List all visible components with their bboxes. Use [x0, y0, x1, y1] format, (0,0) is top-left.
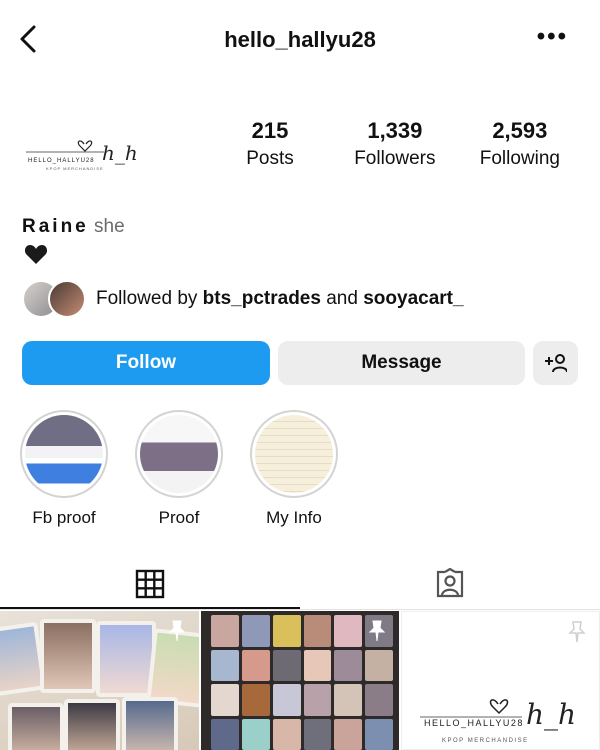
- photocard: [303, 649, 332, 681]
- photocard: [365, 649, 394, 681]
- highlight-ring: [20, 410, 108, 498]
- top-bar: hello_hallyu28 •••: [0, 0, 600, 78]
- follower-avatar: [48, 280, 86, 318]
- photocard: [241, 718, 270, 750]
- photocard: [334, 615, 363, 647]
- highlight-proof[interactable]: Proof: [133, 410, 225, 528]
- photocard: [334, 649, 363, 681]
- photocard: [241, 615, 270, 647]
- photocard: [272, 615, 301, 647]
- highlight-label: Proof: [158, 508, 200, 527]
- profile-username: hello_hallyu28: [224, 27, 376, 52]
- post-thumbnail[interactable]: [0, 611, 199, 750]
- logo-text: HELLO_HALLYU28: [424, 718, 524, 728]
- photocard: [303, 718, 332, 750]
- highlight-cover: [140, 415, 218, 493]
- tagged-person-icon: [436, 568, 464, 598]
- highlight-ring: [250, 410, 338, 498]
- profile-tabs: [0, 558, 600, 610]
- highlight-label: Fb proof: [32, 508, 96, 527]
- photocard: [334, 684, 363, 716]
- post-thumbnail[interactable]: HELLO_HALLYU28 h_h KPOP MERCHANDISE: [401, 611, 600, 750]
- brand-logo: HELLO_HALLYU28 h_h KPOP MERCHANDISE: [26, 139, 138, 171]
- display-name: Raine: [22, 216, 89, 237]
- photocard: [122, 697, 178, 750]
- photocard: [334, 718, 363, 750]
- photocard: [8, 703, 64, 750]
- photocard: [210, 718, 239, 750]
- profile-avatar[interactable]: HELLO_HALLYU28 h_h KPOP MERCHANDISE: [22, 104, 162, 189]
- suggested-users-button[interactable]: [533, 341, 578, 385]
- pin-icon: [168, 620, 185, 642]
- tab-tagged[interactable]: [300, 558, 600, 610]
- stat-following[interactable]: 2,593 Following: [480, 118, 560, 170]
- followed-by-connector: and: [326, 288, 358, 309]
- highlight-cover: [255, 415, 333, 493]
- followed-by-user2[interactable]: sooyacart_: [363, 288, 463, 309]
- post-thumbnail[interactable]: [200, 611, 400, 750]
- profile-stats: 215 Posts 1,339 Followers 2,593 Followin…: [230, 118, 560, 170]
- logo-subtext: KPOP MERCHANDISE: [46, 166, 104, 171]
- photocard: [64, 699, 120, 750]
- pronouns: she: [94, 216, 125, 237]
- posts-grid: HELLO_HALLYU28 h_h KPOP MERCHANDISE: [0, 611, 600, 750]
- stat-following-label: Following: [479, 148, 560, 169]
- follow-button[interactable]: Follow: [22, 341, 270, 385]
- followed-by-text: Followed by bts_pctrades and sooyacart_: [96, 288, 464, 310]
- photocard: [40, 619, 96, 693]
- photocard: [303, 684, 332, 716]
- message-button[interactable]: Message: [278, 341, 525, 385]
- stat-posts[interactable]: 215 Posts: [230, 118, 310, 170]
- highlight-fb-proof[interactable]: Fb proof: [18, 410, 110, 528]
- photocard: [210, 684, 239, 716]
- photocard: [210, 615, 239, 647]
- stat-followers-label: Followers: [354, 148, 436, 169]
- stat-followers[interactable]: 1,339 Followers: [354, 118, 435, 170]
- stat-posts-label: Posts: [246, 148, 294, 169]
- highlight-label: My Info: [266, 508, 322, 527]
- logo-text: HELLO_HALLYU28: [28, 158, 95, 164]
- highlight-ring: [135, 410, 223, 498]
- logo-subtext: KPOP MERCHANDISE: [442, 738, 529, 744]
- black-heart-icon: [24, 245, 48, 264]
- photocard: [241, 684, 270, 716]
- highlight-cover: [25, 415, 103, 493]
- logo-monogram: h_h: [102, 141, 138, 165]
- logo-monogram: h_h: [526, 698, 576, 731]
- followed-by-user1[interactable]: bts_pctrades: [203, 288, 321, 309]
- photocard: [272, 649, 301, 681]
- bio-name-line: Raine she: [22, 216, 125, 238]
- pin-icon: [568, 621, 586, 643]
- photocard: [365, 718, 394, 750]
- active-tab-indicator: [0, 607, 300, 609]
- tab-posts-grid[interactable]: [0, 558, 300, 610]
- highlight-my-info[interactable]: My Info: [248, 410, 340, 528]
- add-person-icon: [544, 354, 567, 373]
- followed-by[interactable]: Followed by bts_pctrades and sooyacart_: [22, 279, 464, 319]
- photocard: [303, 615, 332, 647]
- photocard: [272, 684, 301, 716]
- photocard: [365, 684, 394, 716]
- stat-following-count: 2,593: [492, 118, 548, 143]
- grid-icon: [135, 569, 165, 599]
- stat-followers-count: 1,339: [367, 118, 423, 143]
- more-horizontal-icon[interactable]: •••: [537, 25, 568, 49]
- stat-posts-count: 215: [251, 118, 289, 143]
- pin-icon: [369, 620, 386, 642]
- photocard: [210, 649, 239, 681]
- photocard: [241, 649, 270, 681]
- photocard: [272, 718, 301, 750]
- followed-by-prefix: Followed by: [96, 288, 198, 309]
